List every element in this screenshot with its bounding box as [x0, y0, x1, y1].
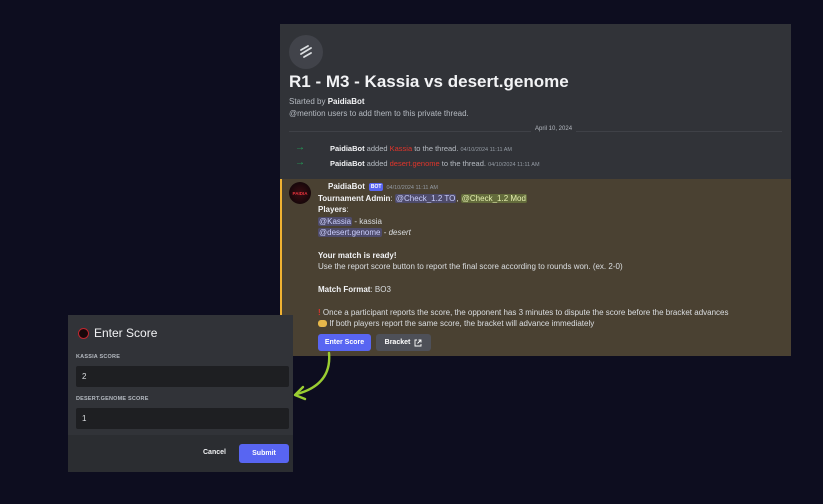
thread-started-by: Started by PaidiaBot	[289, 97, 365, 106]
format-value: : BO3	[370, 285, 391, 295]
format-label: Match Format	[318, 285, 371, 295]
players-line: Players:	[318, 204, 785, 215]
system-message: → PaidiaBot added Kassia to the thread. …	[280, 141, 791, 157]
enter-score-modal: Enter Score KASSIA SCORE 2 DESERT.GENOME…	[68, 315, 293, 472]
modal-title: Enter Score	[94, 326, 158, 340]
action-row: Enter Score Bracket	[318, 334, 431, 351]
admin-label: Tournament Admin	[318, 194, 391, 203]
player-line: @Kassia - kassia	[318, 216, 785, 227]
suffix: to the thread.	[412, 144, 459, 153]
timestamp: 04/10/2024 11:11 AM	[460, 147, 513, 153]
role-mention-to[interactable]: @Check_1.2 TO	[394, 194, 457, 203]
ready-heading: Your match is ready!	[318, 251, 397, 261]
started-prefix: Started by	[289, 97, 328, 106]
actor-name[interactable]: PaidiaBot	[330, 144, 365, 153]
user-mention-desert[interactable]: @desert.genome	[318, 228, 382, 238]
target-name[interactable]: desert.genome	[390, 159, 440, 168]
ready-text: Use the report score button to report th…	[318, 262, 623, 272]
author-name[interactable]: PaidiaBot	[328, 182, 365, 191]
system-message-text: PaidiaBot added desert.genome to the thr…	[330, 159, 540, 168]
arrow-right-icon: →	[295, 157, 305, 168]
player-suffix: - kassia	[352, 216, 382, 226]
thread-panel: R1 - M3 - Kassia vs desert.genome Starte…	[280, 24, 791, 356]
started-by-name[interactable]: PaidiaBot	[328, 97, 365, 106]
threads-icon	[289, 35, 323, 69]
enter-score-button[interactable]: Enter Score	[318, 334, 371, 351]
arrow-right-icon: →	[295, 142, 305, 153]
bot-message: PAIDIA PaidiaBot BOT 04/10/2024 11:11 AM T…	[280, 179, 791, 356]
submit-button[interactable]: Submit	[239, 444, 289, 463]
player-line: @desert.genome - desert	[318, 227, 785, 238]
player-dash: -	[381, 228, 389, 238]
admin-line: Tournament Admin: @Check_1.2 TO, @Check_…	[318, 193, 785, 204]
bot-badge: BOT	[368, 183, 384, 191]
role-mention-mod[interactable]: @Check_1.2 Mod	[460, 194, 527, 203]
timestamp: 04/10/2024 11:11 AM	[386, 185, 438, 191]
desert-score-input[interactable]: 1	[76, 408, 289, 429]
format-line: Match Format: BO3	[318, 284, 785, 295]
player-suffix: desert	[388, 228, 411, 238]
modal-footer: Cancel Submit	[68, 435, 293, 472]
message-body: Tournament Admin: @Check_1.2 TO, @Check_…	[318, 193, 785, 330]
exclamation-icon: !	[318, 308, 321, 318]
thread-title: R1 - M3 - Kassia vs desert.genome	[289, 72, 569, 91]
notice-text: If both players report the same score, t…	[329, 319, 595, 329]
cancel-button[interactable]: Cancel	[203, 449, 226, 456]
notice-line: If both players report the same score, t…	[318, 318, 785, 329]
system-message-text: PaidiaBot added Kassia to the thread. 04…	[330, 144, 512, 153]
external-link-icon	[414, 339, 422, 346]
bracket-button[interactable]: Bracket	[376, 334, 431, 351]
kassia-score-input[interactable]: 2	[76, 366, 289, 387]
players-colon: :	[346, 205, 349, 215]
system-message: → PaidiaBot added desert.genome to the t…	[280, 156, 791, 172]
notice-line: ! Once a participant reports the score, …	[318, 307, 785, 318]
avatar[interactable]: PAIDIA	[289, 182, 311, 204]
desert-score-label: DESERT.GENOME SCORE	[76, 396, 149, 402]
suffix: to the thread.	[439, 159, 486, 168]
target-name[interactable]: Kassia	[390, 144, 413, 153]
mention-hint: @mention users to add them to this priva…	[289, 109, 469, 118]
paidia-logo-icon	[78, 327, 89, 339]
handshake-icon	[318, 320, 327, 328]
verb: added	[364, 159, 390, 168]
timestamp: 04/10/2024 11:11 AM	[488, 162, 540, 168]
players-label: Players	[318, 205, 347, 215]
actor-name[interactable]: PaidiaBot	[330, 159, 365, 168]
bracket-label: Bracket	[384, 339, 411, 346]
user-mention-kassia[interactable]: @Kassia	[318, 216, 353, 226]
date-divider: April 10, 2024	[531, 126, 577, 132]
verb: added	[364, 144, 390, 153]
notice-text: Once a participant reports the score, th…	[322, 308, 729, 318]
modal-header: Enter Score	[78, 326, 157, 340]
message-header: PaidiaBot BOT 04/10/2024 11:11 AM	[328, 182, 438, 191]
kassia-score-label: KASSIA SCORE	[76, 354, 121, 360]
